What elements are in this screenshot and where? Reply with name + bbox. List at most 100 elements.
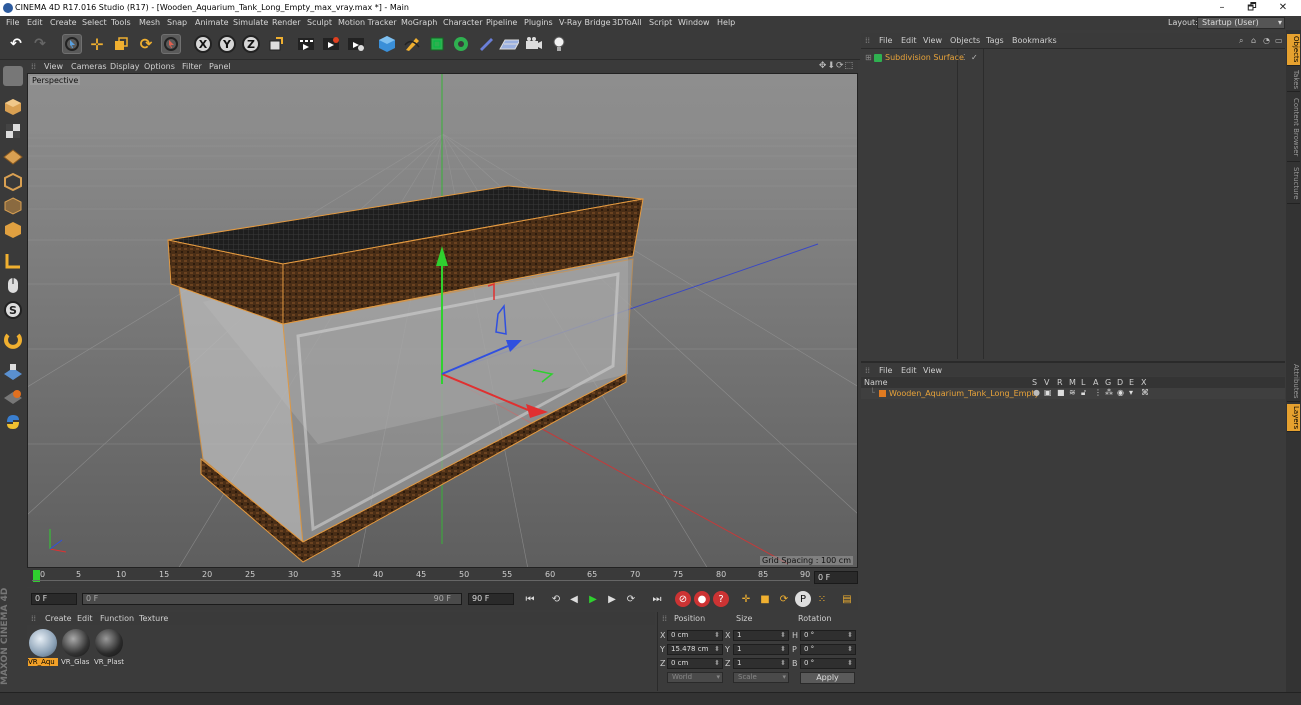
key-position-icon[interactable]: ✛: [738, 591, 754, 607]
menu-edit[interactable]: Edit: [27, 18, 43, 27]
python-icon[interactable]: [3, 412, 23, 432]
layer-solo-icon[interactable]: ●: [1033, 388, 1040, 397]
viewport-menu-cameras[interactable]: Cameras: [71, 62, 107, 71]
subdivision-surface-icon[interactable]: [427, 34, 447, 54]
layer-menu-file[interactable]: File: [879, 366, 892, 375]
tab-content-browser[interactable]: Content Browser: [1287, 94, 1300, 162]
menu-script[interactable]: Script: [649, 18, 672, 27]
layer-color-swatch[interactable]: [879, 390, 886, 397]
size-x-field[interactable]: 1 ⬍: [733, 630, 789, 641]
tab-layers[interactable]: Layers: [1287, 404, 1300, 432]
new-view-icon[interactable]: ◔: [1263, 36, 1270, 45]
position-y-field[interactable]: 15.478 cm ⬍: [667, 644, 723, 655]
menu-file[interactable]: File: [6, 18, 19, 27]
record-keys-icon[interactable]: ⊘: [675, 591, 691, 607]
viewport-navigation-icons[interactable]: ✥⬇⟳⬚: [819, 61, 854, 71]
menu-plugins[interactable]: Plugins: [524, 18, 553, 27]
undo-icon[interactable]: ↶: [6, 34, 26, 54]
viewport-menu-display[interactable]: Display: [110, 62, 140, 71]
lock-workplane-icon[interactable]: [3, 362, 23, 382]
coordinate-system-icon[interactable]: [266, 34, 286, 54]
material-menu-edit[interactable]: Edit: [77, 614, 93, 623]
points-mode-icon[interactable]: [3, 172, 23, 192]
material-menu-function[interactable]: Function: [100, 614, 134, 623]
search-icon[interactable]: ⌕: [1239, 36, 1243, 46]
rotation-p-field[interactable]: 0 ° ⬍: [800, 644, 856, 655]
visibility-dots-icon[interactable]: ⁚: [963, 53, 966, 62]
menu-vray-bridge[interactable]: V-Ray Bridge: [559, 18, 611, 27]
rotate-icon[interactable]: ⟳: [136, 34, 156, 54]
viewport-menu-options[interactable]: Options: [144, 62, 175, 71]
make-editable-icon[interactable]: [3, 66, 23, 86]
enabled-check-icon[interactable]: ✓: [971, 53, 978, 62]
magnet-icon[interactable]: [3, 331, 23, 351]
live-select-icon[interactable]: [62, 34, 82, 54]
expand-icon[interactable]: ⊞: [865, 53, 872, 62]
timeline-ruler[interactable]: 0 5 10 15 20 25 30 35 40 45 50 55 60 65 …: [27, 569, 858, 587]
light-icon[interactable]: [549, 34, 569, 54]
previous-frame-icon[interactable]: ◀: [566, 591, 582, 607]
play-icon[interactable]: ▶: [585, 591, 601, 607]
material-swatch[interactable]: VR_Aqu: [28, 628, 58, 668]
position-x-field[interactable]: 0 cm ⬍: [667, 630, 723, 641]
menu-character[interactable]: Character: [443, 18, 483, 27]
timeline-window-icon[interactable]: ▤: [839, 591, 855, 607]
object-menu-edit[interactable]: Edit: [901, 36, 917, 45]
object-name[interactable]: Subdivision Surface: [885, 53, 964, 62]
next-frame-icon[interactable]: ▶: [604, 591, 620, 607]
edges-mode-icon[interactable]: [3, 196, 23, 216]
apply-button[interactable]: Apply: [800, 672, 855, 684]
size-y-field[interactable]: 1 ⬍: [733, 644, 789, 655]
viewport-menu-filter[interactable]: Filter: [182, 62, 202, 71]
layer-menu-view[interactable]: View: [923, 366, 942, 375]
menu-pipeline[interactable]: Pipeline: [486, 18, 517, 27]
key-pla-icon[interactable]: ⁙: [814, 591, 830, 607]
tab-structure[interactable]: Structure: [1287, 164, 1300, 204]
planar-workplane-icon[interactable]: [3, 386, 23, 406]
menu-create[interactable]: Create: [50, 18, 77, 27]
z-axis-lock-button[interactable]: Z: [241, 34, 261, 54]
menu-snap[interactable]: Snap: [167, 18, 187, 27]
object-menu-file[interactable]: File: [879, 36, 892, 45]
material-menu-create[interactable]: Create: [45, 614, 72, 623]
next-key-icon[interactable]: ⟳: [623, 591, 639, 607]
perspective-viewport[interactable]: Perspective Grid Spacing : 100 cm: [27, 73, 858, 568]
object-menu-objects[interactable]: Objects: [950, 36, 980, 45]
rotation-b-field[interactable]: 0 ° ⬍: [800, 658, 856, 669]
material-swatch[interactable]: VR_Plast: [94, 628, 124, 668]
viewport-menu-view[interactable]: View: [44, 62, 63, 71]
layer-deformer-icon[interactable]: ◉: [1117, 388, 1124, 397]
texture-mode-icon[interactable]: [3, 121, 23, 141]
y-axis-lock-button[interactable]: Y: [217, 34, 237, 54]
object-menu-tags[interactable]: Tags: [986, 36, 1004, 45]
tab-takes[interactable]: Takes: [1287, 68, 1300, 92]
layer-lock-icon[interactable]: 🔓︎: [1081, 388, 1086, 398]
object-menu-view[interactable]: View: [923, 36, 942, 45]
timeline-current-field[interactable]: 0 F: [814, 571, 858, 584]
layer-manager-icon[interactable]: ≋: [1069, 388, 1076, 397]
menu-3dtoall[interactable]: 3DToAll: [612, 18, 642, 27]
coordinate-mode-dropdown[interactable]: World ▾: [667, 672, 723, 683]
key-parameter-icon[interactable]: P: [795, 591, 811, 607]
layer-menu-edit[interactable]: Edit: [901, 366, 917, 375]
menu-simulate[interactable]: Simulate: [233, 18, 268, 27]
frame-range-slider[interactable]: 0 F 90 F: [82, 593, 462, 605]
menu-help[interactable]: Help: [717, 18, 735, 27]
restore-button[interactable]: 🗗: [1245, 1, 1259, 14]
x-axis-lock-button[interactable]: X: [193, 34, 213, 54]
floor-icon[interactable]: [499, 34, 519, 54]
close-button[interactable]: ✕: [1276, 1, 1290, 14]
move-icon[interactable]: ✛: [87, 34, 107, 54]
camera-icon[interactable]: [524, 34, 544, 54]
model-mode-icon[interactable]: [3, 97, 23, 117]
tab-attributes[interactable]: Attributes: [1287, 362, 1300, 402]
layer-xref-icon[interactable]: ⌘: [1141, 388, 1149, 397]
size-mode-dropdown[interactable]: Scale ▾: [733, 672, 789, 683]
redo-icon[interactable]: ↷: [30, 34, 50, 54]
menu-tools[interactable]: Tools: [111, 18, 131, 27]
render-view-icon[interactable]: [296, 34, 316, 54]
layer-expression-icon[interactable]: ▾: [1129, 388, 1133, 397]
viewport-menu-panel[interactable]: Panel: [209, 62, 231, 71]
goto-end-icon[interactable]: ⏭: [649, 591, 665, 607]
pen-spline-icon[interactable]: [402, 34, 422, 54]
